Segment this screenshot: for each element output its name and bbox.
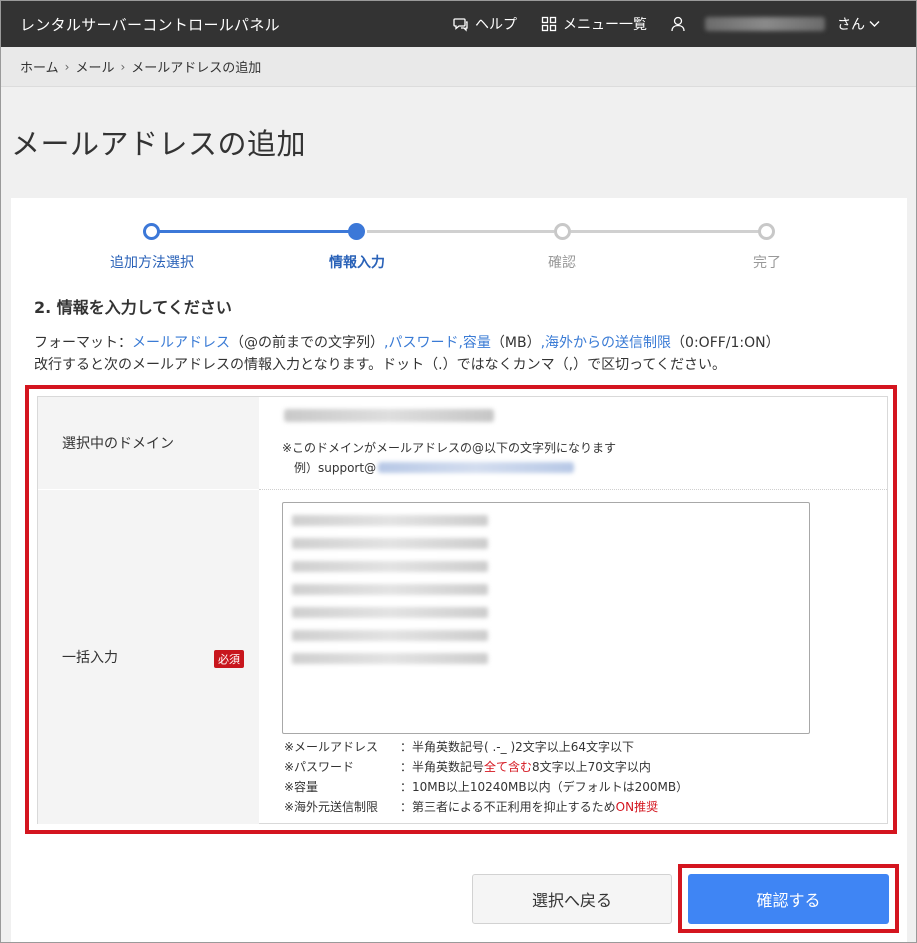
rule-label: ※容量 xyxy=(284,780,319,794)
step-label-3: 確認 xyxy=(548,255,576,271)
rule-capacity: ※容量 ：10MB以上10240MB以内（デフォルトは200MB） xyxy=(284,778,688,795)
domain-example: 例）support@ xyxy=(294,459,575,476)
example-prefix: 例）support@ xyxy=(294,461,377,475)
app-window: レンタルサーバーコントロールパネル ヘルプ メニュー一覧 さん ホーム › メー… xyxy=(0,0,917,943)
section-heading: 2. 情報を入力してください xyxy=(34,298,232,317)
format-capacity: ,容量 xyxy=(458,335,491,351)
domain-note: ※このドメインがメールアドレスの@以下の文字列になります xyxy=(282,441,617,455)
entry-line xyxy=(292,561,488,572)
rule-emphasis: 全て含む xyxy=(484,760,533,774)
domain-label-cell: 選択中のドメイン xyxy=(38,397,259,489)
user-icon xyxy=(671,16,685,32)
chevron-down-icon xyxy=(869,21,880,27)
entry-line xyxy=(292,515,488,526)
breadcrumb-mail[interactable]: メール xyxy=(75,57,114,76)
step-connector xyxy=(367,230,554,233)
bulk-label-cell: 一括入力 必須 xyxy=(38,490,259,824)
rule-text: ：半角英数記号 xyxy=(400,760,485,774)
step-label-1: 追加方法選択 xyxy=(110,255,194,271)
chat-help-icon xyxy=(453,18,468,32)
format-capacity-unit: （MB） xyxy=(490,335,541,351)
domain-label: 選択中のドメイン xyxy=(62,436,174,452)
header-nav: ヘルプ メニュー一覧 さん xyxy=(453,1,916,47)
user-menu[interactable]: さん xyxy=(671,14,886,34)
form-table: 選択中のドメイン ※このドメインがメールアドレスの@以下の文字列になります 例）… xyxy=(37,396,888,824)
page-title: メールアドレスの追加 xyxy=(11,127,307,161)
rule-text: ：半角英数記号( .-_ )2文字以上64文字以下 xyxy=(400,740,635,754)
breadcrumb-home[interactable]: ホーム xyxy=(20,57,59,76)
format-prefix: フォーマット： xyxy=(34,335,132,351)
separator-note: 改行すると次のメールアドレスの情報入力となります。ドット（.）ではなくカンマ（,… xyxy=(34,357,726,373)
rule-emphasis: ON推奨 xyxy=(615,800,659,814)
step-connector xyxy=(571,230,759,233)
highlight-frame-form: 選択中のドメイン ※このドメインがメールアドレスの@以下の文字列になります 例）… xyxy=(25,385,897,834)
chevron-right-icon: › xyxy=(120,59,126,74)
grid-icon xyxy=(541,16,557,32)
user-suffix: さん xyxy=(837,17,865,33)
format-password: ,パスワード xyxy=(384,335,459,351)
step-dot-4 xyxy=(758,223,775,240)
entry-line xyxy=(292,653,488,664)
main-card: 追加方法選択 情報入力 確認 完了 2. 情報を入力してください フォーマット：… xyxy=(11,198,907,942)
rule-password: ※パスワード ：半角英数記号全て含む8文字以上70文字以内 xyxy=(284,758,651,775)
step-label-4: 完了 xyxy=(753,255,781,271)
entry-line xyxy=(292,584,488,595)
confirm-button[interactable]: 確認する xyxy=(688,874,889,924)
chevron-right-icon: › xyxy=(64,59,70,74)
format-mail: メールアドレス xyxy=(132,335,230,351)
format-overseas: ,海外からの送信制限 xyxy=(540,335,672,351)
rule-text: ：10MB以上10240MB以内（デフォルトは200MB） xyxy=(400,780,689,794)
entry-line xyxy=(292,630,488,641)
rule-mail: ※メールアドレス ：半角英数記号( .-_ )2文字以上64文字以下 xyxy=(284,738,634,755)
step-connector xyxy=(159,230,350,233)
entry-line xyxy=(292,538,488,549)
selected-domain-value xyxy=(284,409,494,422)
help-link[interactable]: ヘルプ xyxy=(453,14,517,34)
required-badge: 必須 xyxy=(214,650,244,668)
back-button[interactable]: 選択へ戻る xyxy=(472,874,672,924)
app-title[interactable]: レンタルサーバーコントロールパネル xyxy=(20,14,280,35)
rule-text: 8文字以上70文字以内 xyxy=(532,760,651,774)
breadcrumb-current: メールアドレスの追加 xyxy=(131,61,262,76)
row-divider xyxy=(259,489,887,490)
breadcrumb: ホーム › メール › メールアドレスの追加 xyxy=(1,47,916,87)
top-header: レンタルサーバーコントロールパネル ヘルプ メニュー一覧 さん xyxy=(1,1,916,47)
entry-line xyxy=(292,607,488,618)
menu-list-link[interactable]: メニュー一覧 xyxy=(541,14,647,34)
rule-text: ：第三者による不正利用を抑止するため xyxy=(400,800,616,814)
rule-label: ※パスワード xyxy=(284,760,355,774)
menu-list-label: メニュー一覧 xyxy=(563,17,647,33)
rule-label: ※メールアドレス xyxy=(284,740,379,754)
example-domain xyxy=(378,462,575,473)
format-mail-note: （@の前までの文字列） xyxy=(230,335,384,351)
progress-stepper: 追加方法選択 情報入力 確認 完了 xyxy=(11,198,907,278)
rule-overseas: ※海外元送信制限 ：第三者による不正利用を抑止するためON推奨 xyxy=(284,798,658,815)
step-dot-2 xyxy=(348,223,365,240)
format-overseas-note: （0:OFF/1:ON） xyxy=(671,335,780,351)
step-dot-3 xyxy=(554,223,571,240)
rule-label: ※海外元送信制限 xyxy=(284,800,379,814)
highlight-frame-confirm: 確認する xyxy=(678,864,899,933)
user-name xyxy=(705,17,825,31)
step-label-2: 情報入力 xyxy=(329,255,385,271)
bulk-label: 一括入力 xyxy=(62,650,118,666)
help-label: ヘルプ xyxy=(475,17,517,33)
format-description: フォーマット：メールアドレス（@の前までの文字列）,パスワード,容量（MB）,海… xyxy=(34,332,780,352)
bulk-input-textarea[interactable] xyxy=(282,502,810,734)
step-dot-1 xyxy=(143,223,160,240)
